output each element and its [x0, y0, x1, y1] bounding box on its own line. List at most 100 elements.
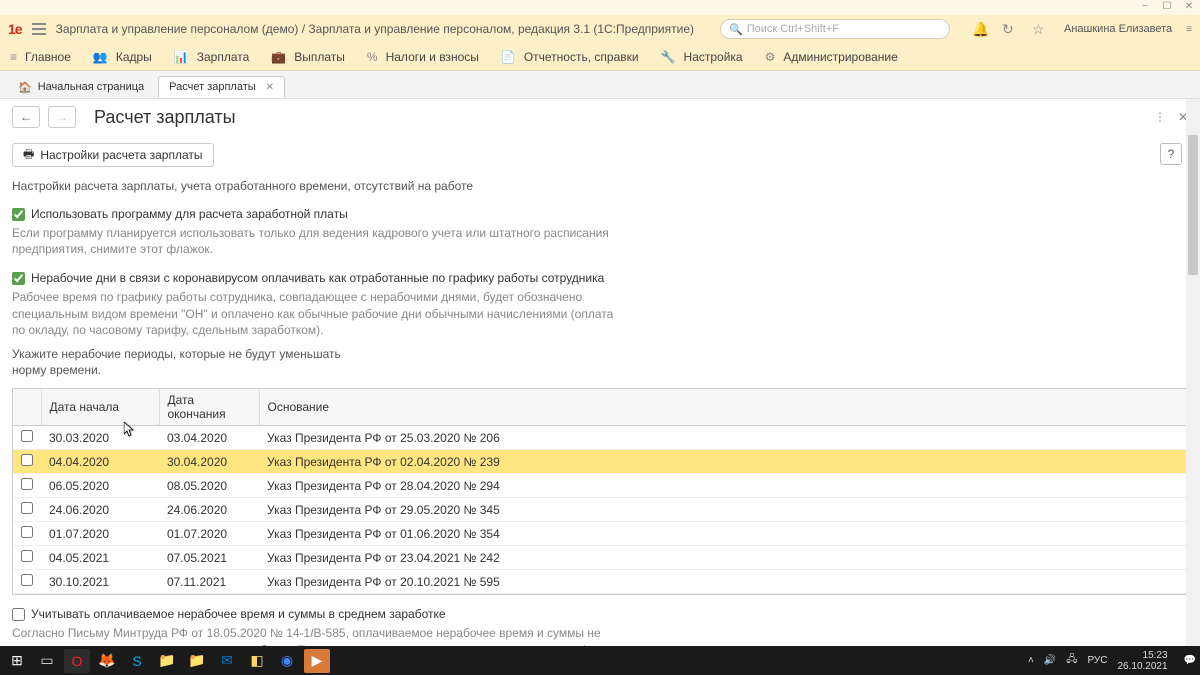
col-start[interactable]: Дата начала	[41, 389, 159, 426]
cell-basis[interactable]: Указ Президента РФ от 25.03.2020 № 206	[259, 426, 1187, 450]
row-checkbox[interactable]	[21, 502, 33, 514]
network-icon[interactable]: 🖧	[1066, 652, 1077, 669]
checkbox-covid-days[interactable]	[12, 272, 25, 285]
opera-icon[interactable]: O	[64, 649, 90, 673]
cell-end[interactable]: 01.07.2020	[159, 522, 259, 546]
folder-icon[interactable]: 📁	[154, 649, 180, 673]
menu-icon: ≡	[10, 50, 17, 64]
page-title: Расчет зарплаты	[94, 107, 236, 128]
tab-start[interactable]: 🏠Начальная страница	[8, 76, 154, 98]
folder2-icon[interactable]: 📁	[184, 649, 210, 673]
app2-icon[interactable]: ▶	[304, 649, 330, 673]
cell-basis[interactable]: Указ Президента РФ от 28.04.2020 № 294	[259, 474, 1187, 498]
tray-up-icon[interactable]: ˄	[1028, 655, 1034, 666]
menu-otchetnost[interactable]: 📄Отчетность, справки	[501, 50, 639, 64]
cell-start[interactable]: 04.04.2020	[41, 450, 159, 474]
time-label: 15:23	[1117, 650, 1167, 661]
minimize-button[interactable]: −	[1138, 1, 1152, 15]
search-input[interactable]: 🔍 Поиск Ctrl+Shift+F	[720, 19, 950, 39]
table-row[interactable]: 30.03.2020 03.04.2020 Указ Президента РФ…	[13, 426, 1187, 450]
table-row[interactable]: 24.06.2020 24.06.2020 Указ Президента РФ…	[13, 498, 1187, 522]
start-button[interactable]: ⊞	[4, 649, 30, 673]
menu-zarplata[interactable]: 📊Зарплата	[174, 50, 250, 64]
scrollbar-thumb[interactable]	[1188, 135, 1198, 275]
forward-button[interactable]: →	[48, 106, 76, 128]
row-checkbox[interactable]	[21, 478, 33, 490]
cell-start[interactable]: 24.06.2020	[41, 498, 159, 522]
cell-end[interactable]: 30.04.2020	[159, 450, 259, 474]
wrench-icon: 🔧	[661, 50, 676, 64]
chrome-icon[interactable]: ◉	[274, 649, 300, 673]
menu-kadry[interactable]: 👥Кадры	[93, 50, 152, 64]
menu-label: Кадры	[116, 50, 152, 64]
cell-start[interactable]: 04.05.2021	[41, 546, 159, 570]
more-icon[interactable]: ⋮	[1154, 110, 1166, 124]
vertical-scrollbar[interactable]	[1186, 99, 1200, 646]
outlook-icon[interactable]: ✉	[214, 649, 240, 673]
hint-text: Согласно Письму Минтруда РФ от 18.05.202…	[12, 625, 632, 646]
lang-indicator[interactable]: РУС	[1087, 655, 1107, 666]
clock[interactable]: 15:23 26.10.2021	[1117, 650, 1173, 672]
help-button[interactable]: ?	[1160, 143, 1182, 165]
table-row[interactable]: 30.10.2021 07.11.2021 Указ Президента РФ…	[13, 570, 1187, 594]
cell-end[interactable]: 07.11.2021	[159, 570, 259, 594]
username-label[interactable]: Анашкина Елизавета	[1064, 23, 1172, 35]
table-row[interactable]: 01.07.2020 01.07.2020 Указ Президента РФ…	[13, 522, 1187, 546]
menu-nalogi[interactable]: %Налоги и взносы	[367, 50, 479, 64]
bell-icon[interactable]: 🔔	[972, 21, 988, 37]
col-end[interactable]: Дата окончания	[159, 389, 259, 426]
col-basis[interactable]: Основание	[259, 389, 1187, 426]
tab-close-icon[interactable]: ✕	[266, 82, 274, 93]
hint-text: Рабочее время по графику работы сотрудни…	[12, 289, 622, 338]
menu-label: Налоги и взносы	[386, 50, 479, 64]
periods-table: Дата начала Дата окончания Основание 30.…	[12, 388, 1188, 595]
cell-start[interactable]: 01.07.2020	[41, 522, 159, 546]
menu-vyplaty[interactable]: 💼Выплаты	[271, 50, 345, 64]
settings-button[interactable]: 🖶 Настройки расчета зарплаты	[12, 143, 214, 167]
checkbox-label: Нерабочие дни в связи с коронавирусом оп…	[31, 271, 604, 285]
menu-admin[interactable]: ⚙Администрирование	[765, 50, 898, 64]
cell-end[interactable]: 07.05.2021	[159, 546, 259, 570]
date-label: 26.10.2021	[1117, 661, 1167, 672]
cell-basis[interactable]: Указ Президента РФ от 01.06.2020 № 354	[259, 522, 1187, 546]
skype-icon[interactable]: S	[124, 649, 150, 673]
table-row[interactable]: 06.05.2020 08.05.2020 Указ Президента РФ…	[13, 474, 1187, 498]
back-button[interactable]: ←	[12, 106, 40, 128]
table-row[interactable]: 04.04.2020 30.04.2020 Указ Президента РФ…	[13, 450, 1187, 474]
close-button[interactable]: ✕	[1182, 1, 1196, 15]
row-checkbox[interactable]	[21, 454, 33, 466]
user-menu-chevron-icon[interactable]: ≡	[1186, 24, 1192, 35]
cell-end[interactable]: 24.06.2020	[159, 498, 259, 522]
checkbox-include-avg[interactable]	[12, 608, 25, 621]
menu-label: Зарплата	[197, 50, 250, 64]
sound-icon[interactable]: 🔊	[1044, 655, 1056, 666]
cell-start[interactable]: 06.05.2020	[41, 474, 159, 498]
cell-basis[interactable]: Указ Президента РФ от 23.04.2021 № 242	[259, 546, 1187, 570]
taskview-icon[interactable]: ▭	[34, 649, 60, 673]
cell-basis[interactable]: Указ Президента РФ от 02.04.2020 № 239	[259, 450, 1187, 474]
firefox-icon[interactable]: 🦊	[94, 649, 120, 673]
cell-basis[interactable]: Указ Президента РФ от 20.10.2021 № 595	[259, 570, 1187, 594]
history-icon[interactable]: ↻	[1002, 21, 1018, 37]
page-description: Настройки расчета зарплаты, учета отрабо…	[12, 179, 1188, 193]
row-checkbox[interactable]	[21, 574, 33, 586]
menu-burger-icon[interactable]	[32, 23, 46, 35]
menu-main[interactable]: ≡Главное	[10, 50, 71, 64]
search-icon: 🔍	[729, 23, 743, 36]
cell-end[interactable]: 08.05.2020	[159, 474, 259, 498]
tab-raschet[interactable]: Расчет зарплаты✕	[158, 76, 285, 98]
menu-nastroika[interactable]: 🔧Настройка	[661, 50, 743, 64]
row-checkbox[interactable]	[21, 550, 33, 562]
cell-end[interactable]: 03.04.2020	[159, 426, 259, 450]
maximize-button[interactable]: ☐	[1160, 1, 1174, 15]
table-row[interactable]: 04.05.2021 07.05.2021 Указ Президента РФ…	[13, 546, 1187, 570]
cell-start[interactable]: 30.03.2020	[41, 426, 159, 450]
row-checkbox[interactable]	[21, 430, 33, 442]
app-icon[interactable]: ◧	[244, 649, 270, 673]
checkbox-use-program[interactable]	[12, 208, 25, 221]
row-checkbox[interactable]	[21, 526, 33, 538]
star-icon[interactable]: ☆	[1032, 21, 1048, 37]
cell-basis[interactable]: Указ Президента РФ от 29.05.2020 № 345	[259, 498, 1187, 522]
notifications-icon[interactable]: 💬	[1184, 655, 1196, 666]
cell-start[interactable]: 30.10.2021	[41, 570, 159, 594]
